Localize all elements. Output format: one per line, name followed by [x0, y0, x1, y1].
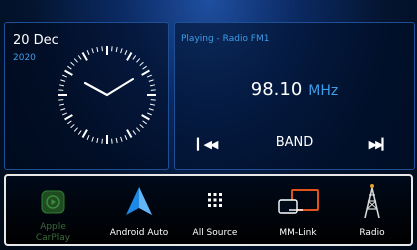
source-apple-carplay[interactable]: Apple CarPlay: [30, 176, 76, 244]
frequency-value: 98.10: [250, 79, 303, 100]
clock-tick: [64, 114, 73, 121]
clock-tick: [148, 108, 154, 111]
hour-hand: [83, 81, 109, 97]
analog-clock: [58, 46, 156, 144]
clock-tick: [58, 89, 64, 91]
skip-next-icon[interactable]: ▶▶▎: [369, 138, 390, 151]
clock-tick: [91, 136, 94, 142]
clock-tick: [101, 138, 103, 144]
clock-tick: [58, 99, 64, 101]
clock-tick: [139, 61, 144, 66]
frequency-unit: MHz: [308, 83, 339, 99]
clock-tick: [139, 124, 144, 129]
clock-tick: [136, 127, 141, 132]
minute-hand: [106, 78, 134, 96]
source-label-line2: CarPlay: [35, 233, 71, 243]
clock-tick: [149, 84, 156, 87]
clock-tick: [96, 137, 99, 144]
clock-tick: [115, 137, 118, 144]
grid-icon: [208, 193, 222, 207]
home-screen: 20 Dec 2020 Playing - Radio FM1 98.10 MHz…: [0, 0, 417, 250]
clock-tick: [146, 74, 152, 78]
clock-tick: [115, 46, 118, 53]
clock-tick: [148, 79, 154, 82]
playing-status: Playing - Radio FM1: [181, 34, 270, 44]
clock-tick: [120, 136, 123, 142]
clock-tick: [149, 103, 156, 106]
frequency-display: 98.10 MHz: [175, 79, 414, 100]
source-bar: Apple CarPlay Android Auto All Source MM…: [4, 174, 413, 246]
clock-tick: [64, 69, 73, 76]
clock-tick: [132, 55, 137, 60]
source-android-auto[interactable]: Android Auto: [100, 176, 178, 244]
clock-tick: [126, 52, 133, 61]
clock-tick: [132, 130, 137, 135]
source-label: Android Auto: [109, 228, 169, 238]
source-label-line1: Apple: [40, 222, 66, 232]
clock-widget[interactable]: 20 Dec 2020: [4, 22, 169, 170]
phone-screen-link-icon: [278, 189, 319, 214]
clock-tick: [86, 50, 90, 56]
clock-tick: [58, 84, 65, 87]
clock-tick: [62, 74, 68, 78]
clock-tick: [146, 112, 152, 116]
clock-tick: [67, 120, 72, 125]
clock-tick: [73, 58, 78, 63]
clock-tick: [120, 48, 123, 54]
clock-tick: [73, 127, 78, 132]
source-label: MM-Link: [279, 228, 317, 238]
clock-tick: [111, 138, 113, 144]
source-all-source[interactable]: All Source: [184, 176, 246, 244]
clock-tick: [91, 48, 94, 54]
clock-tick: [86, 134, 90, 140]
clock-tick: [124, 50, 128, 56]
clock-tick: [77, 130, 82, 135]
source-radio[interactable]: Radio: [352, 176, 392, 244]
apple-carplay-icon: [41, 190, 65, 214]
clock-tick: [70, 61, 75, 66]
clock-tick: [70, 124, 75, 129]
source-label: Radio: [359, 228, 385, 238]
clock-tick: [60, 108, 66, 111]
clock-tick: [96, 46, 99, 53]
clock-tick: [58, 103, 65, 106]
clock-tick: [142, 65, 147, 70]
source-mm-link[interactable]: MM-Link: [268, 176, 328, 244]
clock-tick: [150, 99, 156, 101]
clock-tick: [101, 46, 103, 52]
source-label: All Source: [192, 228, 238, 238]
android-auto-icon: [126, 187, 152, 215]
clock-tick: [142, 120, 147, 125]
clock-tick: [111, 46, 113, 52]
clock-tick: [124, 134, 128, 140]
clock-tick: [81, 52, 88, 61]
radio-widget[interactable]: Playing - Radio FM1 98.10 MHz ▎◀◀ BAND ▶▶…: [174, 22, 415, 170]
radio-tower-icon: [364, 184, 380, 219]
clock-tick: [62, 112, 68, 116]
year-label: 2020: [13, 53, 36, 63]
clock-tick: [67, 65, 72, 70]
clock-tick: [60, 79, 66, 82]
clock-tick: [77, 55, 82, 60]
clock-tick: [126, 129, 133, 138]
clock-tick: [141, 69, 150, 76]
clock-tick: [141, 114, 150, 121]
clock-tick: [150, 89, 156, 91]
radio-controls: ▎◀◀ BAND ▶▶▎: [175, 135, 414, 157]
clock-tick: [81, 129, 88, 138]
clock-tick: [136, 58, 141, 63]
